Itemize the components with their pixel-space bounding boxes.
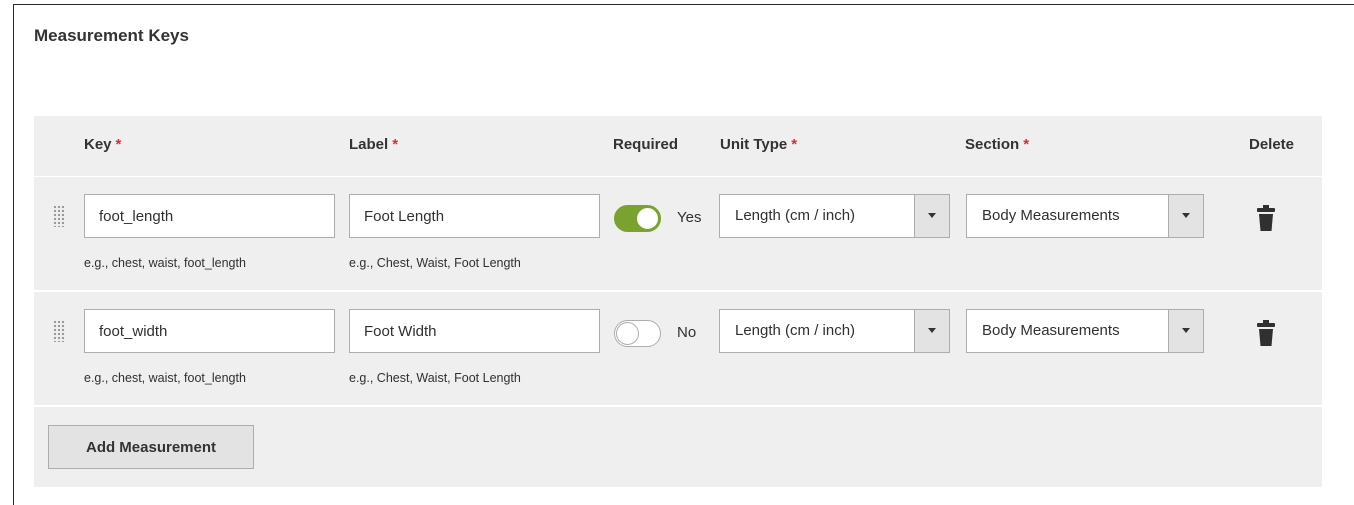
required-toggle[interactable] <box>614 320 661 347</box>
required-marker: * <box>392 136 399 153</box>
key-note: e.g., chest, waist, foot_length <box>84 256 246 270</box>
label-note: e.g., Chest, Waist, Foot Length <box>349 256 521 270</box>
section-dropdown-button[interactable] <box>1168 195 1203 237</box>
unit-type-select[interactable]: Length (cm / inch) <box>719 194 950 238</box>
unit-type-select[interactable]: Length (cm / inch) <box>719 309 950 353</box>
drag-handle-icon[interactable] <box>53 205 65 227</box>
drag-handle-icon[interactable] <box>53 320 65 342</box>
section-select[interactable]: Body Measurements <box>966 194 1204 238</box>
label-note: e.g., Chest, Waist, Foot Length <box>349 371 521 385</box>
required-marker: * <box>1023 136 1030 153</box>
chevron-down-icon <box>1182 213 1190 218</box>
table-row: e.g., chest, waist, foot_length e.g., Ch… <box>34 292 1322 407</box>
chevron-down-icon <box>928 213 936 218</box>
table-header: Key * Label * Required Unit Type * Section *… <box>34 116 1322 177</box>
unit-type-value: Length (cm / inch) <box>735 322 856 339</box>
required-marker: * <box>115 136 122 153</box>
key-input[interactable] <box>84 194 335 238</box>
table-row: e.g., chest, waist, foot_length e.g., Ch… <box>34 177 1322 292</box>
unit-type-value: Length (cm / inch) <box>735 207 856 224</box>
section-value: Body Measurements <box>982 207 1120 224</box>
label-input[interactable] <box>349 309 600 353</box>
header-key: Key * <box>84 136 122 153</box>
add-measurement-button[interactable]: Add Measurement <box>48 425 254 469</box>
key-input[interactable] <box>84 309 335 353</box>
required-toggle-label: Yes <box>677 209 702 226</box>
required-toggle[interactable] <box>614 205 661 232</box>
key-note: e.g., chest, waist, foot_length <box>84 371 246 385</box>
header-label: Label * <box>349 136 399 153</box>
trash-icon[interactable] <box>1256 204 1276 232</box>
header-section: Section * <box>965 136 1030 153</box>
toggle-knob <box>616 322 639 345</box>
section-select[interactable]: Body Measurements <box>966 309 1204 353</box>
chevron-down-icon <box>1182 328 1190 333</box>
required-marker: * <box>791 136 798 153</box>
section-title: Measurement Keys <box>34 26 189 45</box>
unit-type-dropdown-button[interactable] <box>914 310 949 352</box>
toggle-knob <box>636 207 659 230</box>
unit-type-dropdown-button[interactable] <box>914 195 949 237</box>
section-dropdown-button[interactable] <box>1168 310 1203 352</box>
label-input[interactable] <box>349 194 600 238</box>
header-delete: Delete <box>1249 136 1295 153</box>
required-toggle-label: No <box>677 324 697 341</box>
section-value: Body Measurements <box>982 322 1120 339</box>
chevron-down-icon <box>928 328 936 333</box>
header-unit-type: Unit Type * <box>720 136 798 153</box>
trash-icon[interactable] <box>1256 319 1276 347</box>
header-required: Required <box>613 136 679 153</box>
measurement-table: Key * Label * Required Unit Type * Section *… <box>34 116 1322 487</box>
